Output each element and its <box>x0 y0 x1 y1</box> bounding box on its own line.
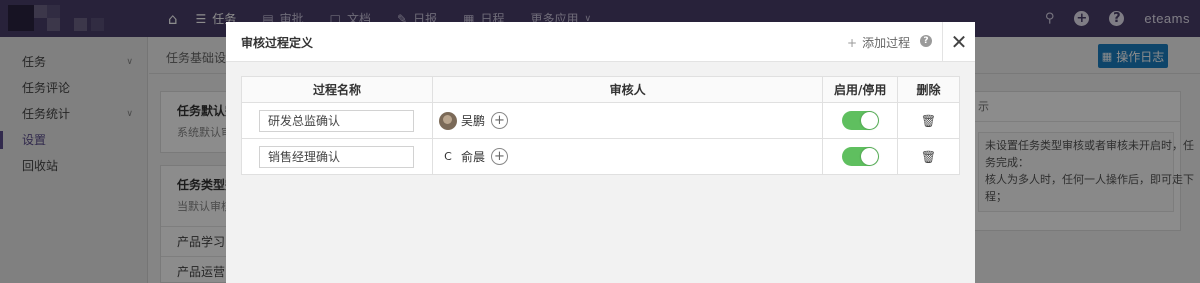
table-row: 销售经理确认 C 俞晨 + 🗑 <box>241 138 960 175</box>
add-reviewer-icon[interactable]: + <box>490 112 508 129</box>
toggle-knob <box>860 112 878 129</box>
avatar <box>438 111 457 130</box>
reviewer-name: 俞晨 <box>460 150 485 164</box>
column-header-delete: 删除 <box>897 76 960 103</box>
add-process-label: 添加过程 <box>862 36 911 50</box>
plus-icon: + <box>847 35 858 50</box>
enable-toggle[interactable] <box>841 147 879 166</box>
reviewer-name: 吴鹏 <box>460 114 485 128</box>
modal-header: 审核过程定义 + 添加过程 ? ✕ <box>226 22 975 62</box>
close-icon[interactable]: ✕ <box>948 31 970 53</box>
add-process-button[interactable]: + 添加过程 <box>847 34 910 51</box>
process-name-input[interactable]: 研发总监确认 <box>259 109 414 132</box>
process-table: 过程名称 审核人 启用/停用 删除 研发总监确认 吴鹏 + 🗑 销售经理确认 C… <box>241 76 960 175</box>
trash-icon[interactable]: 🗑 <box>921 150 936 164</box>
divider <box>942 22 943 62</box>
add-reviewer-icon[interactable]: + <box>490 148 508 165</box>
process-name-input[interactable]: 销售经理确认 <box>259 145 414 168</box>
column-header-reviewer: 审核人 <box>431 76 824 103</box>
reviewer-cell: 吴鹏 + <box>433 111 822 130</box>
column-header-name: 过程名称 <box>241 76 433 103</box>
avatar: C <box>444 150 452 163</box>
enable-toggle[interactable] <box>841 111 879 130</box>
reviewer-cell: C 俞晨 + <box>433 148 822 166</box>
table-header-row: 过程名称 审核人 启用/停用 删除 <box>241 76 960 103</box>
review-process-modal: 审核过程定义 + 添加过程 ? ✕ 过程名称 审核人 启用/停用 删除 研发总监确… <box>226 22 975 283</box>
table-row: 研发总监确认 吴鹏 + 🗑 <box>241 102 960 139</box>
modal-title: 审核过程定义 <box>241 36 314 50</box>
trash-icon[interactable]: 🗑 <box>921 114 936 128</box>
help-icon[interactable]: ? <box>920 35 932 47</box>
column-header-toggle: 启用/停用 <box>822 76 899 103</box>
toggle-knob <box>860 148 878 165</box>
